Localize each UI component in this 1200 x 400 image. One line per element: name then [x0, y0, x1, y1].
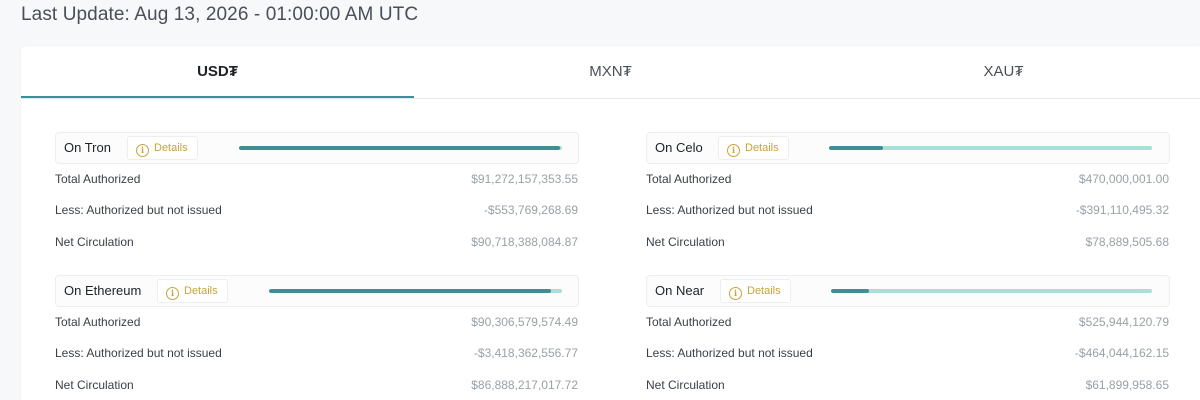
issuance-bar-fill: [269, 289, 551, 293]
chain-header: On Ethereum i Details: [55, 275, 579, 307]
tab-usdt[interactable]: USD₮: [21, 46, 414, 98]
issuance-bar-fill: [829, 146, 884, 150]
row-value: -$553,769,268.69: [483, 203, 578, 217]
table-row: Net Circulation $78,889,505.68: [646, 233, 1169, 251]
row-label: Less: Authorized but not issued: [55, 203, 222, 217]
issuance-bar: [829, 146, 1152, 150]
issuance-bar-fill: [831, 289, 869, 293]
details-button[interactable]: i Details: [127, 136, 198, 160]
chain-name: On Celo: [655, 140, 703, 155]
table-row: Total Authorized $525,944,120.79: [646, 313, 1169, 331]
issuance-bar: [239, 146, 562, 150]
transparency-page: Last Update: Aug 13, 2026 - 01:00:00 AM …: [0, 0, 1200, 400]
row-value: $61,899,958.65: [1085, 378, 1169, 392]
row-value: -$391,110,495.32: [1075, 203, 1169, 217]
chain-header: On Near i Details: [646, 275, 1170, 307]
row-label: Total Authorized: [55, 172, 141, 186]
chain-name: On Tron: [64, 140, 111, 155]
issuance-bar: [831, 289, 1152, 293]
chain-name: On Near: [655, 283, 705, 298]
details-label: Details: [745, 142, 779, 154]
info-icon: i: [166, 287, 179, 300]
row-label: Less: Authorized but not issued: [55, 346, 222, 360]
row-value: -$3,418,362,556.77: [473, 346, 578, 360]
row-value: $91,272,157,353.55: [471, 172, 578, 186]
table-row: Less: Authorized but not issued -$3,418,…: [55, 344, 578, 362]
row-label: Net Circulation: [55, 378, 134, 392]
row-value: $86,888,217,017.72: [471, 378, 578, 392]
info-icon: i: [136, 144, 149, 157]
details-button[interactable]: i Details: [720, 279, 791, 303]
details-button[interactable]: i Details: [157, 279, 228, 303]
row-label: Net Circulation: [646, 235, 725, 249]
row-label: Less: Authorized but not issued: [646, 346, 813, 360]
issuance-bar: [269, 289, 562, 293]
table-row: Less: Authorized but not issued -$464,04…: [646, 344, 1169, 362]
row-value: $90,306,579,574.49: [471, 315, 578, 329]
details-label: Details: [184, 285, 218, 297]
tab-xaut[interactable]: XAU₮: [807, 46, 1200, 96]
row-value: $525,944,120.79: [1078, 315, 1169, 329]
row-value: $78,889,505.68: [1085, 235, 1169, 249]
row-value: $470,000,001.00: [1078, 172, 1169, 186]
token-tabs: USD₮ MXN₮ XAU₮: [21, 46, 1200, 99]
tab-mxnt[interactable]: MXN₮: [414, 46, 807, 96]
row-label: Total Authorized: [55, 315, 141, 329]
chain-name: On Ethereum: [64, 283, 142, 298]
info-icon: i: [727, 144, 740, 157]
row-label: Total Authorized: [646, 315, 732, 329]
supply-card: USD₮ MXN₮ XAU₮ On Tron i Details Total Au…: [21, 46, 1200, 400]
details-label: Details: [747, 285, 781, 297]
last-update-text: Last Update: Aug 13, 2026 - 01:00:00 AM …: [21, 4, 419, 25]
table-row: Total Authorized $91,272,157,353.55: [55, 170, 578, 188]
table-row: Net Circulation $90,718,388,084.87: [55, 233, 578, 251]
table-row: Total Authorized $470,000,001.00: [646, 170, 1169, 188]
table-row: Net Circulation $86,888,217,017.72: [55, 376, 578, 394]
row-label: Net Circulation: [55, 235, 134, 249]
row-label: Net Circulation: [646, 378, 725, 392]
details-label: Details: [154, 142, 188, 154]
table-row: Total Authorized $90,306,579,574.49: [55, 313, 578, 331]
row-value: -$464,044,162.15: [1074, 346, 1169, 360]
info-icon: i: [729, 287, 742, 300]
chain-header: On Celo i Details: [646, 132, 1170, 164]
issuance-bar-fill: [239, 146, 561, 150]
table-row: Less: Authorized but not issued -$553,76…: [55, 201, 578, 219]
row-label: Less: Authorized but not issued: [646, 203, 813, 217]
row-label: Total Authorized: [646, 172, 732, 186]
table-row: Net Circulation $61,899,958.65: [646, 376, 1169, 394]
details-button[interactable]: i Details: [718, 136, 789, 160]
row-value: $90,718,388,084.87: [471, 235, 578, 249]
table-row: Less: Authorized but not issued -$391,11…: [646, 201, 1169, 219]
chain-header: On Tron i Details: [55, 132, 579, 164]
